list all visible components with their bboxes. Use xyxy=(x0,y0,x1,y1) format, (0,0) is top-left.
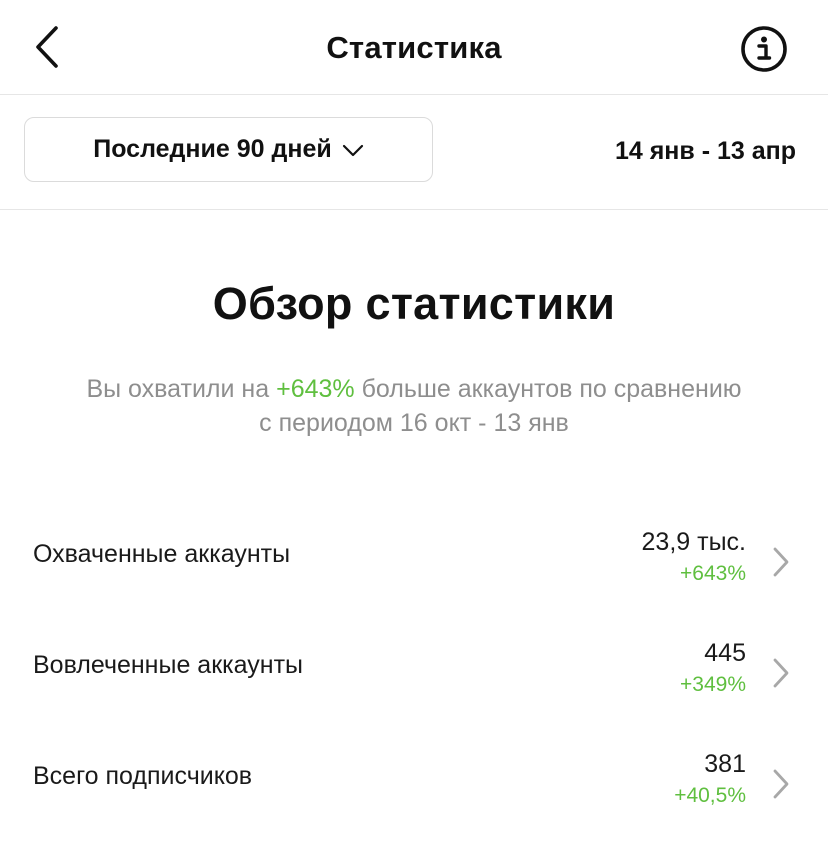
chevron-right-icon xyxy=(773,769,789,799)
chevron-right-icon xyxy=(773,547,789,577)
metric-label: Всего подписчиков xyxy=(33,762,253,790)
filter-bar: Последние 90 дней 14 янв - 13 апр xyxy=(0,95,828,210)
top-bar: Статистика xyxy=(0,0,828,95)
overview-summary: Вы охватили на +643% больше аккаунтов по… xyxy=(80,372,748,440)
metric-delta: +643% xyxy=(680,562,746,585)
page-title: Статистика xyxy=(326,30,502,65)
metric-value: 445 xyxy=(704,639,746,667)
metric-label: Охваченные аккаунты xyxy=(33,540,291,568)
summary-highlight: +643% xyxy=(276,375,355,403)
chevron-down-icon xyxy=(342,144,363,156)
metric-row-engaged[interactable]: Вовлеченные аккаунты 445 +349% xyxy=(0,633,828,729)
period-label: Последние 90 дней xyxy=(93,135,332,163)
metric-label: Вовлеченные аккаунты xyxy=(33,651,303,679)
metric-row-reached[interactable]: Охваченные аккаунты 23,9 тыс. +643% xyxy=(0,522,828,618)
date-range: 14 янв - 13 апр xyxy=(614,137,796,165)
period-dropdown[interactable]: Последние 90 дней xyxy=(24,117,433,182)
metric-row-followers[interactable]: Всего подписчиков 381 +40,5% xyxy=(0,744,828,840)
chevron-right-icon xyxy=(773,658,789,688)
metric-value: 381 xyxy=(704,750,746,778)
info-circle-icon xyxy=(741,26,787,72)
summary-prefix: Вы охватили на xyxy=(86,375,277,403)
info-button[interactable] xyxy=(740,25,788,73)
metric-delta: +40,5% xyxy=(674,784,746,807)
metric-delta: +349% xyxy=(680,673,746,696)
overview-title: Обзор статистики xyxy=(212,278,616,329)
metric-value: 23,9 тыс. xyxy=(641,528,746,556)
